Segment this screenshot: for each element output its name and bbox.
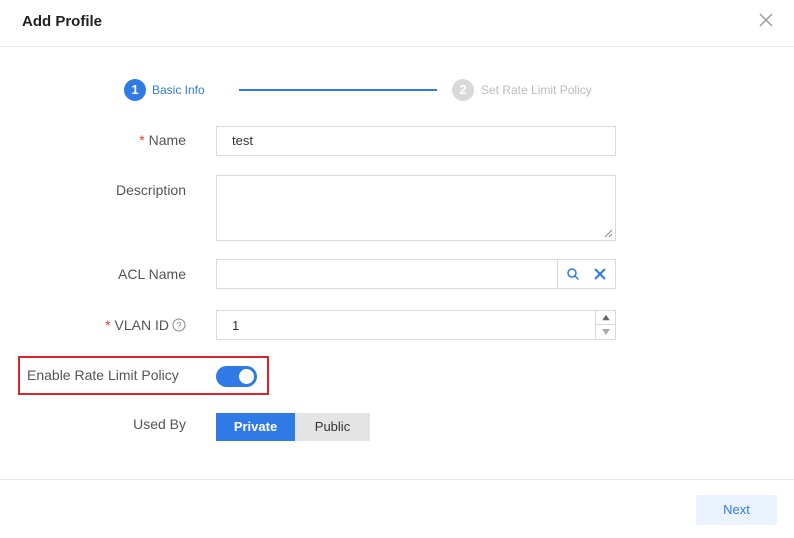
step-1-number: 1 [124,79,146,101]
svg-text:?: ? [176,321,181,331]
used-by-public-option[interactable]: Public [295,413,370,441]
vlan-id-label-text: VLAN ID [114,317,169,333]
used-by-label: Used By [133,416,186,432]
search-icon[interactable] [566,267,580,281]
step-2-number: 2 [452,79,474,101]
used-by-private-option[interactable]: Private [216,413,295,441]
vlan-id-label: * VLAN ID ? [105,317,186,333]
step-2-label: Set Rate Limit Policy [481,83,592,97]
name-label: * Name [139,132,186,148]
vlan-id-stepper[interactable]: 1 [216,310,616,340]
dialog-title: Add Profile [22,13,103,30]
resize-grip-icon[interactable] [604,229,613,238]
rate-limit-label: Enable Rate Limit Policy [27,367,179,383]
step-1-label: Basic Info [152,83,205,97]
next-button[interactable]: Next [696,495,777,525]
clear-icon[interactable] [593,267,607,281]
acl-divider [557,260,558,288]
dialog-footer: Next [0,479,794,538]
step-connector [239,89,437,91]
increment-arrow-icon[interactable] [596,311,616,325]
name-input[interactable]: test [216,126,616,156]
toggle-knob [239,369,254,384]
required-mark: * [139,132,145,148]
dialog-header: Add Profile [0,0,794,47]
close-icon[interactable] [757,11,775,29]
decrement-arrow-icon[interactable] [596,325,616,339]
description-label: Description [115,182,186,198]
spin-buttons [595,311,616,339]
description-textarea[interactable] [216,175,616,241]
add-profile-dialog: Add Profile 1 Basic Info 2 Set Rate Limi… [0,0,794,538]
required-mark: * [105,317,111,333]
acl-name-label: ACL Name [118,266,186,282]
acl-name-input[interactable] [216,259,616,289]
question-circle-icon[interactable]: ? [172,318,186,332]
vlan-id-value: 1 [232,318,240,333]
name-label-text: Name [148,132,186,148]
rate-limit-toggle[interactable] [216,366,257,387]
